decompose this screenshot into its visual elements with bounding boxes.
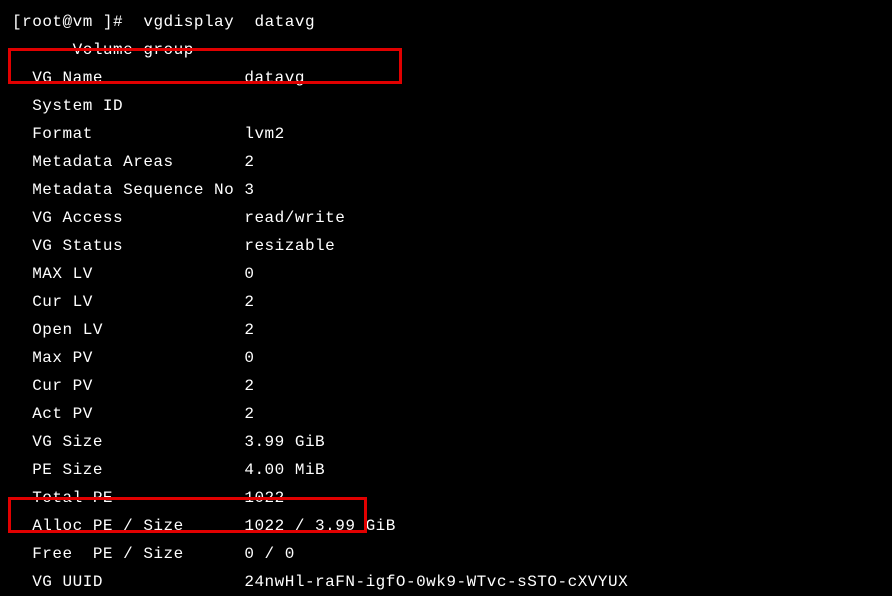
output-row: VG Size 3.99 GiB [12, 428, 880, 456]
row-value: 2 [244, 293, 254, 311]
row-value: 4.00 MiB [244, 461, 325, 479]
output-row: Total PE 1022 [12, 484, 880, 512]
row-value: 3.99 GiB [244, 433, 325, 451]
output-row: Free PE / Size 0 / 0 [12, 540, 880, 568]
output-row: Metadata Sequence No 3 [12, 176, 880, 204]
prompt-open-bracket: [ [12, 13, 22, 31]
row-value: 2 [244, 377, 254, 395]
row-label: Free PE / Size [12, 545, 244, 563]
output-row: VG UUID 24nwHl-raFN-igfO-0wk9-WTvc-sSTO-… [12, 568, 880, 596]
row-label: Format [12, 125, 244, 143]
output-row: System ID [12, 92, 880, 120]
row-label: Act PV [12, 405, 244, 423]
output-row: Alloc PE / Size 1022 / 3.99 GiB [12, 512, 880, 540]
row-value: 0 [244, 265, 254, 283]
output-row: MAX LV 0 [12, 260, 880, 288]
output-row: VG Name datavg [12, 64, 880, 92]
row-label: MAX LV [12, 265, 244, 283]
row-label: Open LV [12, 321, 244, 339]
row-value: 2 [244, 405, 254, 423]
row-value: read/write [244, 209, 345, 227]
output-row: Format lvm2 [12, 120, 880, 148]
row-label: Total PE [12, 489, 244, 507]
row-value: 3 [244, 181, 254, 199]
row-value: 0 / 0 [244, 545, 295, 563]
row-value: 0 [244, 349, 254, 367]
row-value: datavg [244, 69, 305, 87]
row-value: 2 [244, 321, 254, 339]
row-value: 2 [244, 153, 254, 171]
output-row: VG Status resizable [12, 232, 880, 260]
header-line: --- Volume group --- [12, 36, 880, 64]
output-row: Act PV 2 [12, 400, 880, 428]
row-label: VG Status [12, 237, 244, 255]
command-text[interactable]: vgdisplay datavg [143, 13, 315, 31]
prompt-hash: # [113, 13, 143, 31]
row-label: Cur LV [12, 293, 244, 311]
output-row: Cur PV 2 [12, 372, 880, 400]
row-label: VG Name [12, 69, 244, 87]
row-label: Cur PV [12, 377, 244, 395]
output-row: Metadata Areas 2 [12, 148, 880, 176]
row-value: lvm2 [244, 125, 284, 143]
output-row: VG Access read/write [12, 204, 880, 232]
row-label: Max PV [12, 349, 244, 367]
prompt-user: root@vm [22, 13, 103, 31]
output-row: PE Size 4.00 MiB [12, 456, 880, 484]
row-label: Metadata Sequence No [12, 181, 244, 199]
row-label: System ID [12, 97, 244, 115]
row-label: VG Access [12, 209, 244, 227]
output-row: Cur LV 2 [12, 288, 880, 316]
row-value: 1022 [244, 489, 284, 507]
row-label: VG UUID [12, 573, 244, 591]
row-value: 24nwHl-raFN-igfO-0wk9-WTvc-sSTO-cXVYUX [244, 573, 628, 591]
row-label: PE Size [12, 461, 244, 479]
row-label: Metadata Areas [12, 153, 244, 171]
row-value: resizable [244, 237, 335, 255]
row-label: VG Size [12, 433, 244, 451]
output-row: Open LV 2 [12, 316, 880, 344]
prompt-close-bracket: ] [103, 13, 113, 31]
prompt-line: [root@vm ]# vgdisplay datavg [12, 8, 880, 36]
output-row: Max PV 0 [12, 344, 880, 372]
row-label: Alloc PE / Size [12, 517, 244, 535]
row-value: 1022 / 3.99 GiB [244, 517, 396, 535]
